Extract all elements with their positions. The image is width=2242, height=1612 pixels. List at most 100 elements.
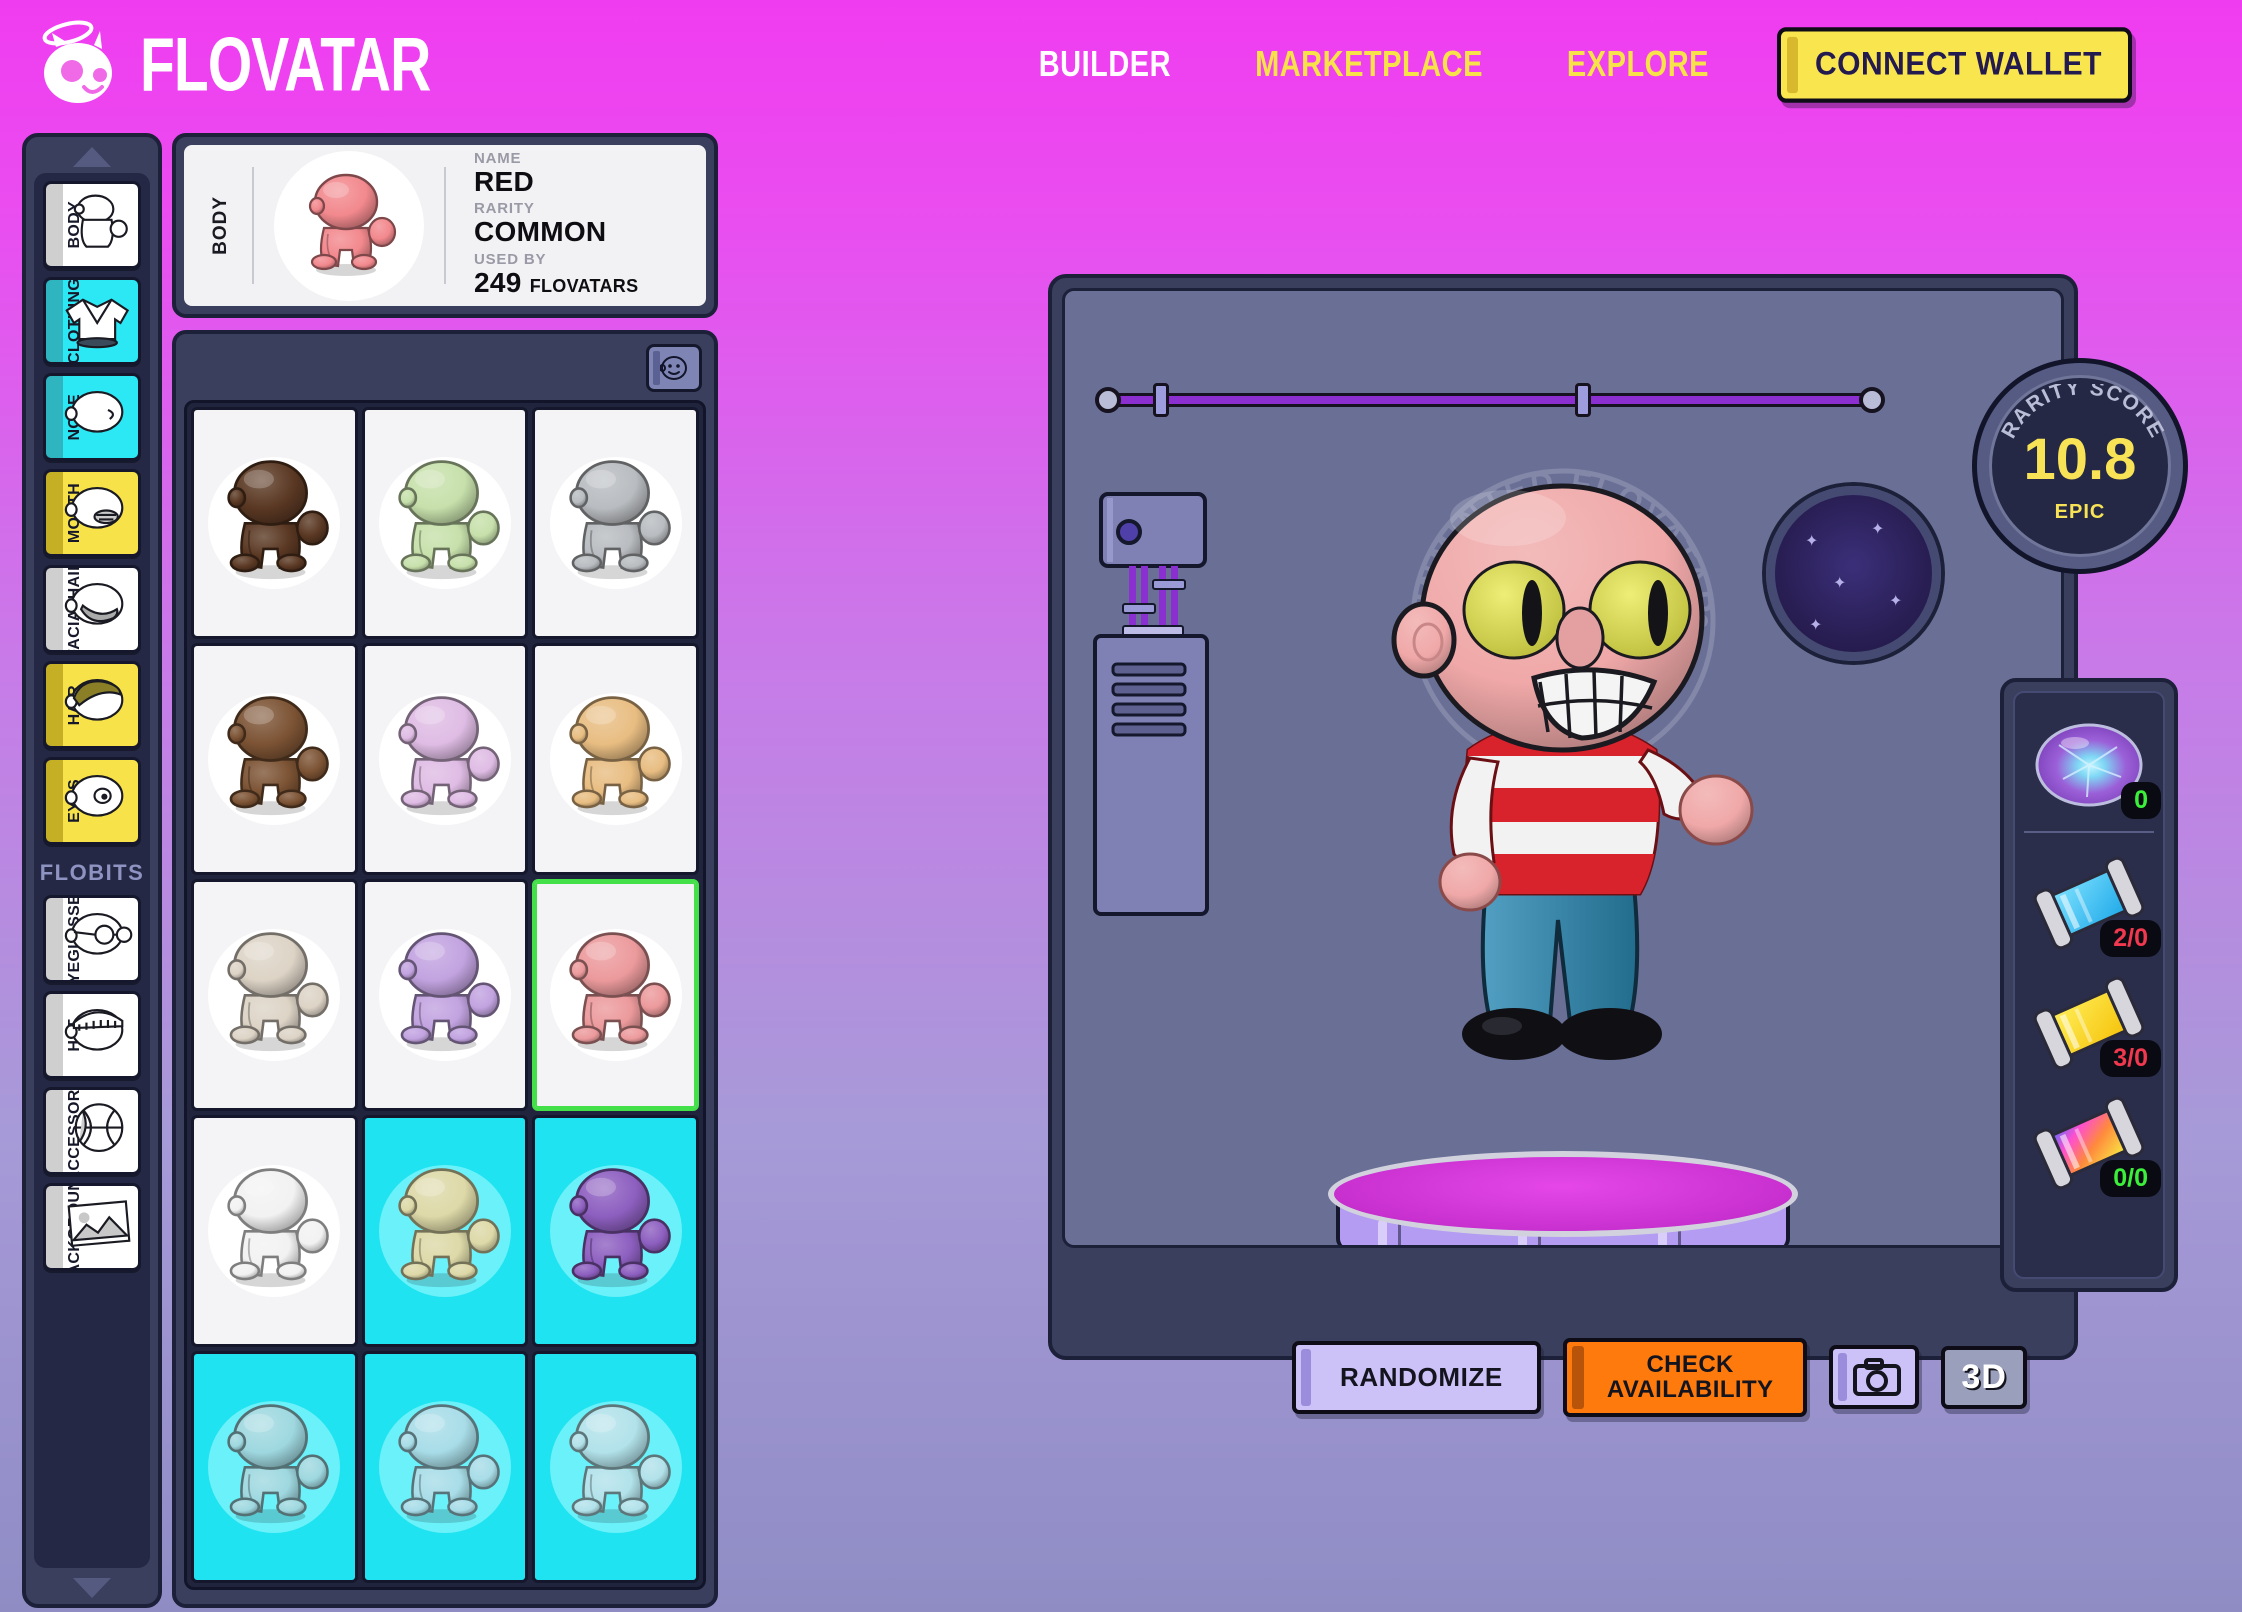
three-d-toggle-button[interactable]: 3D [1941,1345,2027,1409]
nav-item-explore[interactable]: EXPLORE [1567,44,1709,85]
item-figure [210,687,338,832]
trait-item-cell[interactable] [361,879,529,1111]
check-availability-button[interactable]: CHECK AVAILABILITY [1562,1338,1808,1417]
top-header: FLOVATAR BUILDER MARKETPLACE EXPLORE CON… [0,0,2242,130]
mouth-icon [56,476,138,551]
inventory-item[interactable]: 2/0 [2019,843,2161,963]
item-figure [552,687,680,832]
nav-item-marketplace[interactable]: MARKETPLACE [1255,44,1483,85]
sidebar-item-clothing[interactable]: CLOTHING [43,277,141,365]
trait-item-cell[interactable] [361,1115,529,1347]
trait-item-cell[interactable] [532,643,699,875]
trait-item-cell[interactable] [361,1351,529,1583]
trait-item-cell[interactable] [361,407,529,639]
trait-item-cell[interactable] [532,407,699,639]
item-figure [381,451,509,596]
info-usedby-unit: FLOVATARS [529,275,639,296]
randomize-button[interactable]: RANDOMIZE [1292,1340,1541,1414]
sidebar-item-hair[interactable]: HAIR [43,661,141,749]
trait-item-cell[interactable] [191,1351,358,1583]
star-icon: ✦ [1871,521,1885,538]
sidebar-scroll-down-icon[interactable] [73,1578,111,1598]
star-icon: ✦ [1889,593,1903,610]
nose-icon [56,380,138,455]
item-figure [381,923,509,1068]
sidebar-item-eyes[interactable]: EYES [43,757,141,845]
trait-sidebar: BODYCLOTHINGNOSEMOUTHFACIALHAIRHAIREYES F… [22,133,162,1608]
camera-icon[interactable] [1829,1345,1920,1410]
hair-icon [56,668,138,743]
check-availability-line1: CHECK [1646,1351,1734,1378]
trait-item-grid [184,400,706,1590]
inventory-item[interactable]: 0/0 [2019,1083,2161,1203]
trait-item-cell[interactable] [532,1115,699,1347]
sidebar-item-facialhair[interactable]: FACIALHAIR [43,565,141,653]
connect-wallet-button[interactable]: CONNECT WALLET [1777,27,2132,103]
rail-end-left [1095,387,1121,413]
brand-logo[interactable]: FLOVATAR [38,17,456,113]
rail-slider-left[interactable] [1153,383,1169,417]
info-name-value: RED [474,165,535,197]
sidebar-item-nose[interactable]: NOSE [43,373,141,461]
stage-platform [1328,1151,1798,1245]
overhead-rail [1095,383,1885,417]
trait-item-cell[interactable] [191,407,358,639]
main-nav: BUILDER MARKETPLACE EXPLORE CONNECT WALL… [997,27,2242,103]
item-figure [210,451,338,596]
inventory-list: 0 2/0 3/0 0/0 [2013,691,2165,1279]
sidebar-item-background[interactable]: BACKGROUND [43,1183,141,1271]
item-figure [210,1395,338,1540]
inventory-divider [2024,831,2154,833]
item-figure [552,923,680,1068]
inventory-count-badge: 2/0 [2100,920,2161,957]
inventory-count-badge: 0/0 [2100,1160,2161,1197]
star-icon: ✦ [1809,617,1823,634]
item-figure [381,1159,509,1304]
flovatar-head-icon [38,17,134,113]
item-figure [210,1159,338,1304]
grid-toolbar [184,342,706,400]
sidebar-item-accessory[interactable]: ACCESSORY [43,1087,141,1175]
sidebar-item-eyeglasses[interactable]: EYEGLASSES [43,895,141,983]
info-rarity-label: RARITY [474,200,535,218]
trait-item-cell[interactable] [191,1115,358,1347]
info-usedby-value: 249 FLOVATARS [474,267,639,297]
item-figure [381,1395,509,1540]
info-category-label: BODY [210,196,231,255]
avatar-preview[interactable] [1318,450,1808,1155]
flobits-section-header: FLOBITS [39,860,145,885]
face-icon[interactable] [646,344,702,392]
trait-item-cell[interactable] [361,643,529,875]
stage-actions: RANDOMIZE CHECK AVAILABILITY 3D [1292,1338,2027,1417]
body-icon [56,188,138,263]
nav-item-builder[interactable]: BUILDER [1039,44,1171,85]
info-divider-right [444,167,446,284]
trait-item-cell[interactable] [532,1351,699,1583]
item-figure [552,1395,680,1540]
trait-item-cell[interactable] [532,879,699,1111]
trait-item-cell[interactable] [191,643,358,875]
sidebar-item-mouth[interactable]: MOUTH [43,469,141,557]
sidebar-item-body[interactable]: BODY [43,181,141,269]
preview-stage-panel: UNMINTED FLOVATAR UNMINTED FLOVATAR [1048,274,2078,1360]
eyeglasses-icon [56,902,138,977]
info-usedby-label: USED BY [474,250,547,268]
sidebar-item-hat[interactable]: HAT [43,991,141,1079]
item-figure [381,687,509,832]
inventory-item[interactable]: 3/0 [2019,963,2161,1083]
sidebar-trait-list: BODYCLOTHINGNOSEMOUTHFACIALHAIRHAIREYES F… [34,173,150,1568]
item-figure [552,451,680,596]
inventory-item[interactable]: 0 [2019,705,2161,825]
eyes-icon [56,764,138,839]
rail-slider-right[interactable] [1575,383,1591,417]
rail-end-right [1859,387,1885,413]
inventory-count-badge: 0 [2121,782,2161,819]
component-inventory-panel: 0 2/0 3/0 0/0 [2000,678,2178,1292]
preview-stage: UNMINTED FLOVATAR UNMINTED FLOVATAR [1062,288,2064,1248]
background-icon [56,1190,138,1265]
sidebar-scroll-up-icon[interactable] [73,147,111,167]
trait-item-cell[interactable] [191,879,358,1111]
stage-machine-prop [1087,486,1217,921]
brand-name: FLOVATAR [140,22,431,108]
clothing-icon [56,284,138,359]
